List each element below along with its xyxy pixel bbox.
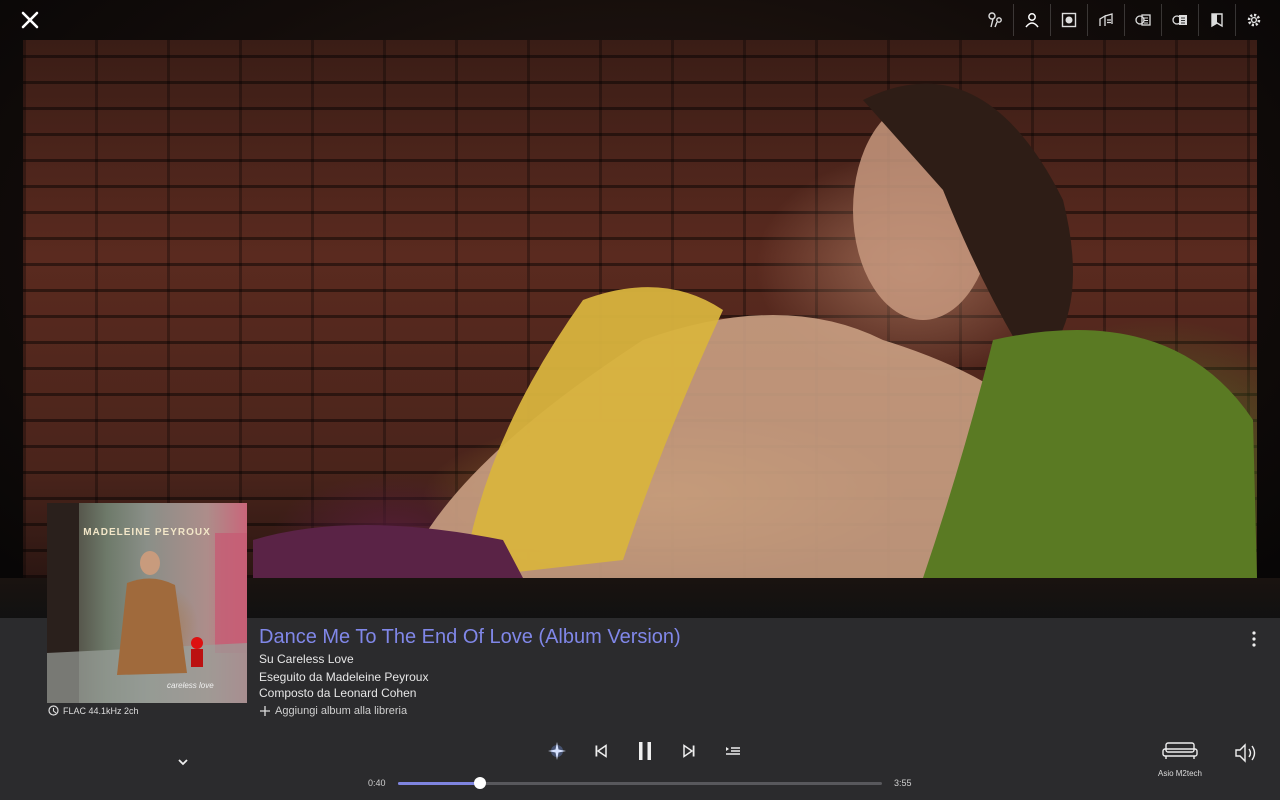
quality-text: FLAC 44.1kHz 2ch (63, 706, 139, 716)
credits-button[interactable] (1161, 4, 1198, 36)
plus-icon (260, 706, 270, 716)
quality-icon (48, 705, 59, 716)
performer-link[interactable]: Madeleine Peyroux (326, 670, 429, 684)
composer-line: Composto da Leonard Cohen (259, 686, 416, 700)
composer-prefix: Composto da (259, 686, 334, 700)
bookmark-icon (1211, 13, 1223, 28)
elapsed-time: 0:40 (368, 778, 386, 788)
chevron-down-icon (178, 759, 188, 766)
cover-album-text: careless love (167, 681, 214, 690)
credits-icon (1172, 15, 1187, 25)
performer-prefix: Eseguito da (259, 670, 326, 684)
album-prefix: Su (259, 652, 278, 666)
composer-link[interactable]: Leonard Cohen (334, 686, 417, 700)
more-vertical-icon (1252, 631, 1256, 647)
playback-controls (535, 736, 755, 766)
artist-icon (1025, 13, 1039, 28)
radio-button[interactable] (535, 736, 579, 766)
progress-fill (398, 782, 481, 785)
skip-previous-icon (595, 744, 607, 758)
close-icon (21, 11, 39, 29)
track-title[interactable]: Dance Me To The End Of Love (Album Versi… (259, 626, 681, 649)
artist-connections-icon (988, 12, 1002, 28)
progress-bar[interactable] (398, 777, 882, 789)
output-device-button[interactable]: Asio M2tech (1150, 740, 1210, 778)
artist-button[interactable] (1013, 4, 1050, 36)
settings-icon (1247, 13, 1261, 27)
album-line: Su Careless Love (259, 652, 354, 666)
output-device-label: Asio M2tech (1157, 769, 1203, 778)
previous-button[interactable] (579, 736, 623, 766)
more-options-button[interactable] (1244, 628, 1264, 650)
album-button[interactable] (1050, 4, 1087, 36)
sparkle-icon (548, 742, 566, 760)
performer-line: Eseguito da Madeleine Peyroux (259, 670, 428, 684)
next-button[interactable] (667, 736, 711, 766)
album-icon (1061, 12, 1077, 28)
lyrics-icon (1099, 13, 1113, 26)
collapse-button[interactable] (173, 753, 193, 771)
album-cover[interactable]: MADELEINE PEYROUX careless love (47, 503, 247, 703)
queue-icon (726, 747, 740, 755)
pause-icon (639, 742, 651, 760)
add-to-library-label: Aggiungi album alla libreria (275, 705, 408, 717)
close-button[interactable] (18, 8, 42, 32)
lyrics-button[interactable] (1087, 4, 1124, 36)
queue-button[interactable] (711, 736, 755, 766)
review-button[interactable] (1124, 4, 1161, 36)
audio-quality[interactable]: FLAC 44.1kHz 2ch (48, 705, 139, 717)
album-link[interactable]: Careless Love (277, 652, 354, 666)
top-bar (0, 0, 1280, 40)
bookmark-button[interactable] (1198, 4, 1235, 36)
sofa-icon (1162, 742, 1198, 759)
cover-artist-text: MADELEINE PEYROUX (83, 527, 211, 538)
view-switcher (977, 4, 1272, 36)
volume-button[interactable] (1233, 742, 1261, 766)
pause-button[interactable] (623, 736, 667, 766)
total-time: 3:55 (894, 778, 912, 788)
artist-photo (23, 40, 1257, 578)
review-icon (1135, 14, 1151, 26)
add-to-library-button[interactable]: Aggiungi album alla libreria (259, 705, 407, 717)
artist-connections-button[interactable] (977, 4, 1013, 36)
volume-icon (1235, 743, 1256, 763)
settings-button[interactable] (1235, 4, 1272, 36)
skip-next-icon (683, 744, 695, 758)
